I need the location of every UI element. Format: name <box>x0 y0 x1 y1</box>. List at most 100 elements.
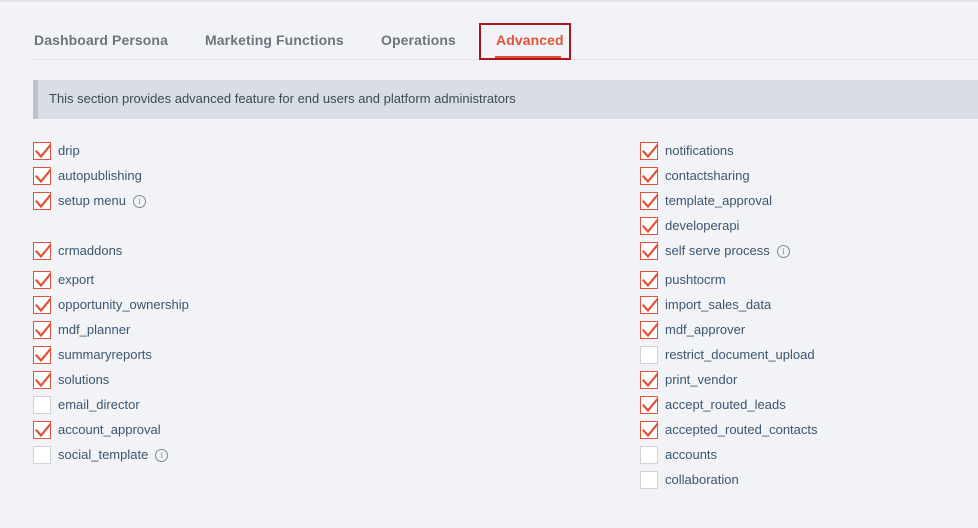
checkmark-icon <box>34 322 52 345</box>
checkmark-icon <box>34 372 52 395</box>
checkbox[interactable] <box>33 242 52 260</box>
option-label: notifications <box>665 143 734 158</box>
checkbox[interactable] <box>640 471 658 489</box>
top-border <box>0 0 978 2</box>
option-label-text: social_template <box>58 447 149 462</box>
option-label-text: accept_routed_leads <box>665 397 786 412</box>
option-label: summaryreports <box>58 347 152 362</box>
option-label-text: collaboration <box>665 472 739 487</box>
checkmark-icon <box>34 297 52 320</box>
checkbox[interactable] <box>33 271 52 289</box>
option-label-text: solutions <box>58 372 110 387</box>
checkmark-icon <box>34 143 52 166</box>
option-label-text: summaryreports <box>58 347 152 362</box>
option-label: crmaddons <box>58 243 122 258</box>
checkbox[interactable] <box>640 192 659 210</box>
option-label: print_vendor <box>665 372 737 387</box>
option-label-text: setup menu <box>58 193 126 208</box>
option-label: self serve process i <box>665 243 790 258</box>
info-icon[interactable]: i <box>155 449 169 462</box>
option-label: developerapi <box>665 218 739 233</box>
info-icon[interactable]: i <box>132 195 146 208</box>
checkbox[interactable] <box>33 421 52 439</box>
checkbox[interactable] <box>33 192 52 210</box>
option-label-text: template_approval <box>665 193 772 208</box>
option-label-text: developerapi <box>665 218 740 233</box>
info-icon[interactable]: i <box>776 245 790 258</box>
checkbox[interactable] <box>640 321 659 339</box>
checkbox[interactable] <box>33 346 52 364</box>
checkmark-icon <box>34 243 52 266</box>
checkmark-icon <box>641 243 659 266</box>
option-label-text: self serve process <box>665 243 770 258</box>
tab-focus-outline <box>479 23 571 60</box>
checkmark-icon <box>641 272 659 295</box>
checkbox[interactable] <box>640 296 659 314</box>
option-label-text: accounts <box>665 447 718 462</box>
option-label: mdf_planner <box>58 322 130 337</box>
checkmark-icon <box>641 143 659 166</box>
checkmark-icon <box>641 168 659 191</box>
option-label-text: restrict_document_upload <box>665 347 815 362</box>
info-banner-text: This section provides advanced feature f… <box>49 91 516 106</box>
option-label: accounts <box>665 447 717 462</box>
tab-operations[interactable]: Operations <box>381 32 456 48</box>
checkbox[interactable] <box>640 346 658 364</box>
checkmark-icon <box>34 422 52 445</box>
checkmark-icon <box>641 218 659 241</box>
checkbox[interactable] <box>640 242 659 260</box>
option-label-text: email_director <box>58 397 140 412</box>
option-label-text: opportunity_ownership <box>58 297 189 312</box>
checkbox[interactable] <box>640 167 659 185</box>
checkbox[interactable] <box>33 142 52 160</box>
checkbox[interactable] <box>33 321 52 339</box>
option-label: pushtocrm <box>665 272 726 287</box>
option-label: collaboration <box>665 472 739 487</box>
option-label-text: notifications <box>665 143 734 158</box>
option-label: opportunity_ownership <box>58 297 189 312</box>
option-label: social_template i <box>58 447 169 462</box>
checkmark-icon <box>641 422 659 445</box>
option-label: accept_routed_leads <box>665 397 786 412</box>
checkmark-icon <box>641 397 659 420</box>
checkbox[interactable] <box>640 396 659 414</box>
option-label: restrict_document_upload <box>665 347 815 362</box>
option-label-text: mdf_approver <box>665 322 746 337</box>
checkbox[interactable] <box>33 446 51 464</box>
option-label: solutions <box>58 372 109 387</box>
option-label-text: drip <box>58 143 80 158</box>
checkbox[interactable] <box>33 371 52 389</box>
tab-bar: Dashboard Persona Marketing Functions Op… <box>0 22 978 60</box>
checkbox[interactable] <box>640 217 659 235</box>
option-label-text: print_vendor <box>665 372 738 387</box>
checkbox[interactable] <box>640 371 659 389</box>
checkbox[interactable] <box>640 446 658 464</box>
checkmark-icon <box>641 322 659 345</box>
checkmark-icon <box>641 193 659 216</box>
option-label: contactsharing <box>665 168 750 183</box>
option-label: accepted_routed_contacts <box>665 422 818 437</box>
checkbox[interactable] <box>33 167 52 185</box>
option-label-text: mdf_planner <box>58 322 131 337</box>
option-label: template_approval <box>665 193 772 208</box>
option-label-text: crmaddons <box>58 243 123 258</box>
option-label: email_director <box>58 397 140 412</box>
info-banner: This section provides advanced feature f… <box>33 80 978 119</box>
checkmark-icon <box>34 347 52 370</box>
checkbox[interactable] <box>640 142 659 160</box>
option-label-text: import_sales_data <box>665 297 772 312</box>
tab-marketing-functions[interactable]: Marketing Functions <box>205 32 344 48</box>
checkbox[interactable] <box>640 271 659 289</box>
option-label: export <box>58 272 94 287</box>
option-label: drip <box>58 143 80 158</box>
checkmark-icon <box>34 168 52 191</box>
option-label-text: autopublishing <box>58 168 142 183</box>
checkbox[interactable] <box>640 421 659 439</box>
checkmark-icon <box>34 193 52 216</box>
option-label: autopublishing <box>58 168 142 183</box>
checkbox[interactable] <box>33 396 51 414</box>
checkbox[interactable] <box>33 296 52 314</box>
option-label-text: account_approval <box>58 422 161 437</box>
tab-dashboard-persona[interactable]: Dashboard Persona <box>34 32 168 48</box>
option-label: mdf_approver <box>665 322 745 337</box>
